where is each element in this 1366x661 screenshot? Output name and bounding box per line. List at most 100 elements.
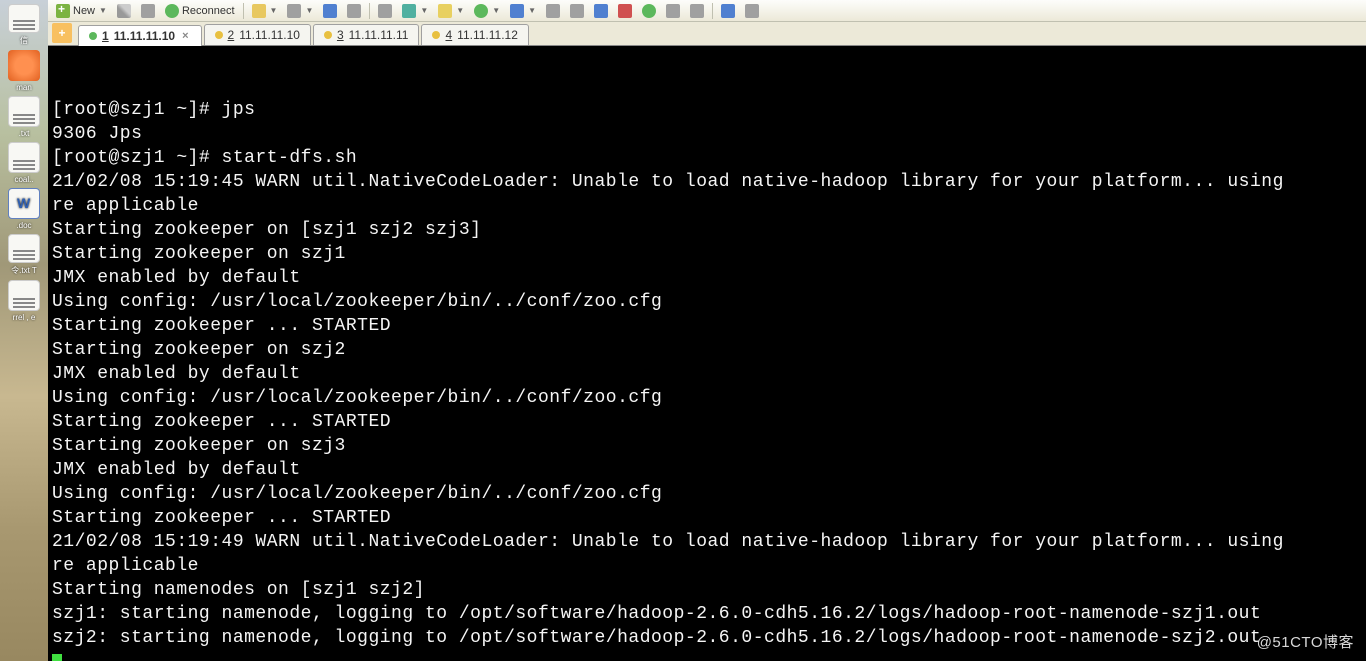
desktop-file-icon[interactable]: man xyxy=(4,50,44,92)
generic-icon xyxy=(323,4,337,18)
generic-icon xyxy=(474,4,488,18)
tool-button[interactable] xyxy=(319,3,341,19)
tool-button[interactable] xyxy=(542,3,564,19)
terminal-line: JMX enabled by default xyxy=(52,266,1362,290)
tool-button[interactable] xyxy=(343,3,365,19)
desktop-icon-label: 令.txt T xyxy=(11,265,37,276)
txt-icon xyxy=(8,234,40,263)
terminal-line: Using config: /usr/local/zookeeper/bin/.… xyxy=(52,386,1362,410)
generic-icon xyxy=(402,4,416,18)
generic-icon xyxy=(438,4,452,18)
tool-button[interactable]: ▼ xyxy=(506,3,540,19)
lock-icon xyxy=(570,4,584,18)
tool-button[interactable]: ▼ xyxy=(434,3,468,19)
session-tab[interactable]: 2 11.11.11.10 xyxy=(204,24,311,45)
doc-icon xyxy=(8,188,40,219)
new-session-button[interactable]: New ▼ xyxy=(52,3,111,19)
terminal-line: re applicable xyxy=(52,194,1362,218)
txt-icon xyxy=(8,4,40,33)
terminal-line: 9306 Jps xyxy=(52,122,1362,146)
session-tab[interactable]: 3 11.11.11.11 xyxy=(313,24,420,45)
desktop-icon-label: coal.. xyxy=(14,175,33,184)
desktop-file-icon[interactable]: .doc xyxy=(4,188,44,230)
separator xyxy=(369,3,370,19)
separator xyxy=(712,3,713,19)
tool-button[interactable]: ▼ xyxy=(398,3,432,19)
wrench-icon xyxy=(117,4,131,18)
tab-label: 11.11.11.10 xyxy=(114,29,175,43)
desktop-file-icon[interactable]: 令.txt T xyxy=(4,234,44,276)
tool-button[interactable]: ▼ xyxy=(248,3,282,19)
tool-button[interactable] xyxy=(686,3,708,19)
terminal-cursor xyxy=(52,654,62,661)
close-tab-icon[interactable]: × xyxy=(180,30,190,42)
terminal-line: [root@szj1 ~]# jps xyxy=(52,98,1362,122)
terminal-line: 21/02/08 15:19:49 WARN util.NativeCodeLo… xyxy=(52,530,1362,554)
terminal-line: Starting zookeeper ... STARTED xyxy=(52,506,1362,530)
terminal-line: Starting zookeeper on szj1 xyxy=(52,242,1362,266)
session-tabbar: + 1 11.11.11.10×2 11.11.11.103 11.11.11.… xyxy=(48,22,1366,46)
terminal-line: JMX enabled by default xyxy=(52,362,1362,386)
terminal-line: Starting zookeeper on szj2 xyxy=(52,338,1362,362)
tool-button[interactable]: ▼ xyxy=(283,3,317,19)
desktop-icon-label: .doc xyxy=(16,221,31,230)
folder-icon xyxy=(252,4,266,18)
desktop-icon-label: rrel , e xyxy=(13,313,36,322)
session-tab[interactable]: 4 11.11.11.12 xyxy=(421,24,528,45)
add-tab-button[interactable]: + xyxy=(52,23,72,43)
session-tab[interactable]: 1 11.11.11.10 × xyxy=(78,25,202,46)
tool-button[interactable] xyxy=(662,3,684,19)
tool-button[interactable] xyxy=(566,3,588,19)
tab-number: 2 xyxy=(228,28,235,42)
tool-button[interactable] xyxy=(638,3,660,19)
terminal-line: Starting zookeeper ... STARTED xyxy=(52,314,1362,338)
terminal-line: Using config: /usr/local/zookeeper/bin/.… xyxy=(52,482,1362,506)
new-label: New xyxy=(73,5,95,17)
terminal-line: re applicable xyxy=(52,554,1362,578)
terminal-output[interactable]: [root@szj1 ~]# jps9306 Jps[root@szj1 ~]#… xyxy=(48,46,1366,661)
desktop-file-icon[interactable]: .txt xyxy=(4,96,44,138)
plus-icon xyxy=(56,4,70,18)
tool-button[interactable] xyxy=(590,3,612,19)
status-dot-icon xyxy=(215,31,223,39)
terminal-line: Starting namenodes on [szj1 szj2] xyxy=(52,578,1362,602)
status-dot-icon xyxy=(432,31,440,39)
desktop-icon-label: .txt xyxy=(19,129,30,138)
desktop-file-icon[interactable]: 信 xyxy=(4,4,44,46)
terminal-app-window: New ▼ Reconnect ▼ ▼ ▼ ▼ ▼ ▼ + 1 11.11.11… xyxy=(48,0,1366,661)
main-toolbar: New ▼ Reconnect ▼ ▼ ▼ ▼ ▼ ▼ xyxy=(48,0,1366,22)
tool-button[interactable] xyxy=(741,3,763,19)
desktop-icon-label: 信 xyxy=(20,35,28,46)
tab-number: 1 xyxy=(102,29,109,43)
reconnect-button[interactable]: Reconnect xyxy=(161,3,239,19)
tool-button[interactable] xyxy=(113,3,135,19)
status-dot-icon xyxy=(89,32,97,40)
generic-icon xyxy=(510,4,524,18)
terminal-line: szj1: starting namenode, logging to /opt… xyxy=(52,602,1362,626)
desktop-icons-strip: 信 man .txt coal.. .doc 令.txt T rrel , e xyxy=(0,0,48,661)
dropdown-icon: ▼ xyxy=(99,6,107,15)
tile-icon xyxy=(666,4,680,18)
tab-label: 11.11.11.10 xyxy=(239,28,300,42)
tool-button[interactable] xyxy=(614,3,636,19)
terminal-line: JMX enabled by default xyxy=(52,458,1362,482)
terminal-line: Using config: /usr/local/zookeeper/bin/.… xyxy=(52,290,1362,314)
terminal-line: Starting zookeeper on [szj1 szj2 szj3] xyxy=(52,218,1362,242)
find-icon xyxy=(347,4,361,18)
txt-icon xyxy=(8,280,40,311)
watermark-text: @51CTO博客 xyxy=(1257,631,1354,655)
desktop-file-icon[interactable]: coal.. xyxy=(4,142,44,184)
help-button[interactable] xyxy=(717,3,739,19)
desktop-icon-label: man xyxy=(16,83,32,92)
tool-button[interactable] xyxy=(374,3,396,19)
separator xyxy=(243,3,244,19)
terminal-line: [root@szj1 ~]# start-dfs.sh xyxy=(52,146,1362,170)
desktop-file-icon[interactable]: rrel , e xyxy=(4,280,44,322)
tool-button[interactable]: ▼ xyxy=(470,3,504,19)
status-dot-icon xyxy=(324,31,332,39)
generic-icon xyxy=(618,4,632,18)
generic-icon xyxy=(378,4,392,18)
tool-button[interactable] xyxy=(137,3,159,19)
txt-icon xyxy=(8,142,40,173)
terminal-line: 21/02/08 15:19:45 WARN util.NativeCodeLo… xyxy=(52,170,1362,194)
